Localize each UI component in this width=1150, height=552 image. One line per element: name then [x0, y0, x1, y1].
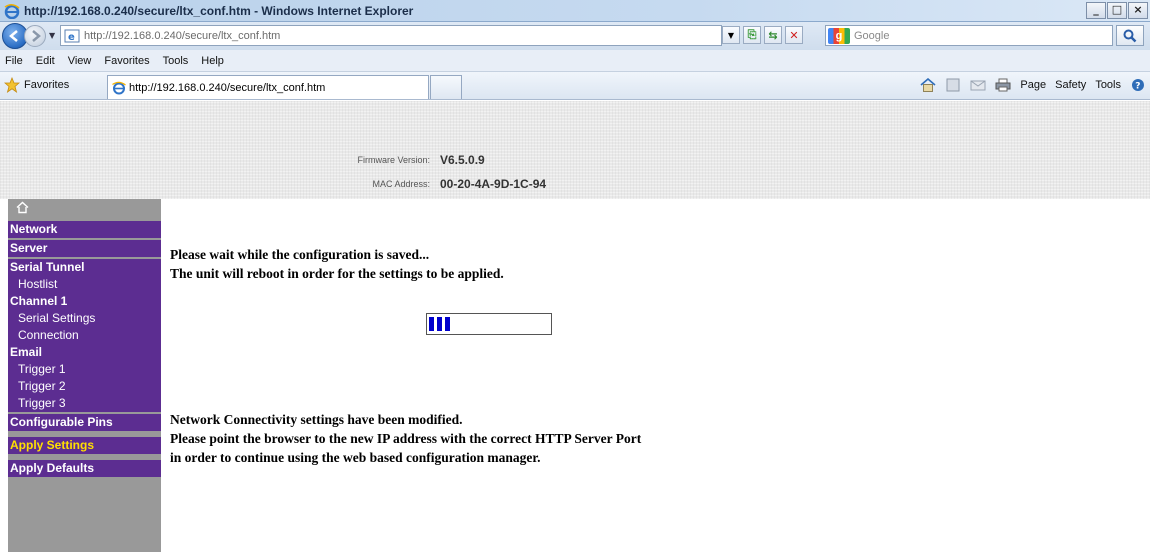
address-url: http://192.168.0.240/secure/ltx_conf.htm: [84, 29, 281, 42]
address-dropdown-button[interactable]: ▼: [722, 26, 740, 44]
ie-logo-icon: [4, 3, 20, 19]
home-toolbar-icon[interactable]: [920, 78, 936, 92]
maximize-button[interactable]: □: [1107, 2, 1127, 19]
command-bar: Page Safety Tools ?: [920, 78, 1146, 92]
mac-label: MAC Address:: [372, 179, 430, 189]
nav-group-configurable-pins: Configurable Pins: [8, 414, 161, 431]
favorites-bar: Favorites http://192.168.0.240/secure/lt…: [0, 72, 1150, 100]
safety-menu[interactable]: Safety: [1055, 79, 1086, 91]
wait-line-1: Please wait while the configuration is s…: [170, 247, 430, 262]
svg-text:?: ?: [1135, 82, 1140, 92]
history-dropdown-icon[interactable]: ▼: [49, 31, 59, 41]
menu-edit[interactable]: Edit: [36, 55, 55, 67]
progress-block: [445, 317, 450, 331]
wait-message: Please wait while the configuration is s…: [170, 245, 504, 283]
notice-line-3: in order to continue using the web based…: [170, 450, 541, 465]
nav-group-serial-tunnel: Serial Tunnel Hostlist Channel 1 Serial …: [8, 259, 161, 412]
close-button[interactable]: ×: [1128, 2, 1148, 19]
tab-title: http://192.168.0.240/secure/ltx_conf.htm: [129, 81, 326, 94]
ie-tab-icon: [112, 81, 126, 94]
connectivity-notice: Network Connectivity settings have been …: [170, 410, 641, 467]
mac-value: 00-20-4A-9D-1C-94: [440, 177, 547, 191]
sidebar-item-connection[interactable]: Connection: [8, 327, 161, 344]
firmware-label: Firmware Version:: [357, 155, 430, 165]
forward-button[interactable]: [24, 25, 46, 47]
search-placeholder: Google: [854, 29, 890, 42]
sidebar-item-trigger-3[interactable]: Trigger 3: [8, 395, 161, 412]
address-input[interactable]: e http://192.168.0.240/secure/ltx_conf.h…: [60, 25, 722, 46]
sidebar-item-serial-tunnel[interactable]: Serial Tunnel: [8, 259, 161, 276]
sidebar-item-trigger-2[interactable]: Trigger 2: [8, 378, 161, 395]
notice-line-2: Please point the browser to the new IP a…: [170, 431, 642, 446]
sidebar-item-apply-defaults[interactable]: Apply Defaults: [8, 460, 161, 477]
device-header: Firmware Version: V6.5.0.9 MAC Address: …: [0, 101, 1150, 199]
svg-text:e: e: [68, 32, 75, 43]
wait-line-2: The unit will reboot in order for the se…: [170, 266, 504, 281]
progress-block: [437, 317, 442, 331]
window-title: http://192.168.0.240/secure/ltx_conf.htm…: [24, 3, 414, 18]
page-menu[interactable]: Page: [1020, 79, 1046, 91]
firmware-value: V6.5.0.9: [440, 153, 485, 167]
nav-group-apply-defaults: Apply Defaults: [8, 460, 161, 477]
sidebar-item-serial-settings[interactable]: Serial Settings: [8, 310, 161, 327]
refresh-icon[interactable]: ⇆: [764, 26, 782, 44]
feeds-icon[interactable]: [945, 78, 961, 92]
menu-view[interactable]: View: [68, 55, 92, 67]
ie-page-icon: e: [64, 29, 80, 43]
sidebar-item-hostlist[interactable]: Hostlist: [8, 276, 161, 293]
menu-bar: File Edit View Favorites Tools Help: [0, 50, 1150, 72]
menu-help[interactable]: Help: [201, 55, 224, 67]
magnifier-icon: [1123, 29, 1137, 42]
sidebar-item-configurable-pins[interactable]: Configurable Pins: [8, 414, 161, 431]
favorites-label: Favorites: [24, 79, 70, 91]
sidebar-item-channel-1[interactable]: Channel 1: [8, 293, 161, 310]
notice-line-1: Network Connectivity settings have been …: [170, 412, 463, 427]
star-icon: [4, 77, 20, 93]
progress-block: [429, 317, 434, 331]
nav-group-network: Network: [8, 221, 161, 238]
sidebar-item-network[interactable]: Network: [8, 221, 161, 238]
sidebar-item-trigger-1[interactable]: Trigger 1: [8, 361, 161, 378]
search-input[interactable]: g Google: [825, 25, 1113, 46]
menu-tools[interactable]: Tools: [163, 55, 189, 67]
window-titlebar: http://192.168.0.240/secure/ltx_conf.htm…: [0, 0, 1150, 22]
favorites-button[interactable]: Favorites: [4, 77, 69, 93]
sidebar-item-email[interactable]: Email: [8, 344, 161, 361]
browser-tab[interactable]: http://192.168.0.240/secure/ltx_conf.htm: [107, 75, 429, 99]
new-tab-button[interactable]: [430, 75, 462, 99]
forward-arrow-icon: [32, 30, 41, 42]
back-arrow-icon: [9, 30, 18, 42]
home-icon[interactable]: [16, 201, 29, 214]
stop-icon[interactable]: ✕: [785, 26, 803, 44]
nav-group-server: Server: [8, 240, 161, 257]
google-icon: g: [828, 27, 850, 44]
help-icon[interactable]: ?: [1130, 78, 1146, 92]
tools-menu[interactable]: Tools: [1095, 79, 1121, 91]
compatibility-view-icon[interactable]: ⎘: [743, 26, 761, 44]
nav-group-apply-settings: Apply Settings: [8, 437, 161, 454]
menu-file[interactable]: File: [5, 55, 23, 67]
address-toolbar: ▼ e http://192.168.0.240/secure/ltx_conf…: [0, 22, 1150, 50]
print-icon[interactable]: [995, 78, 1011, 92]
sidebar-item-apply-settings[interactable]: Apply Settings: [8, 437, 161, 454]
sidebar-item-server[interactable]: Server: [8, 240, 161, 257]
sidebar-nav: Network Server Serial Tunnel Hostlist Ch…: [8, 199, 161, 552]
minimize-button[interactable]: _: [1086, 2, 1106, 19]
save-progress-bar: [426, 313, 552, 335]
search-button[interactable]: [1116, 25, 1144, 46]
mail-icon[interactable]: [970, 78, 986, 92]
menu-favorites[interactable]: Favorites: [104, 55, 149, 67]
